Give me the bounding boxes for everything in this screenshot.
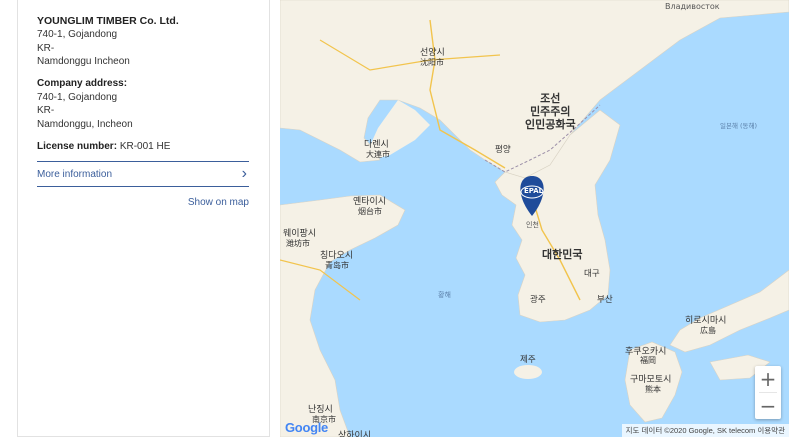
dealer-info-panel: YOUNGLIM TIMBER Co. Ltd. 740-1, Gojandon… (17, 0, 270, 437)
map-label-yantai-zh: 烟台市 (358, 207, 382, 216)
map-label-hiroshima-ja: 広島 (700, 326, 716, 335)
map-label-jeju: 제주 (520, 355, 536, 365)
map-label-dalian-zh: 大連市 (366, 150, 390, 159)
map-label-shanghai: 상하이시 (338, 431, 372, 437)
show-on-map-link[interactable]: Show on map (188, 197, 249, 208)
map-label-busan: 부산 (597, 295, 613, 305)
map-label-north-korea-line: 민주주의 (530, 105, 571, 118)
chevron-right-icon: › (241, 165, 247, 182)
map-view[interactable]: EPAL Владивосток 조선 민주주의 인민공화국 평양 인천 대한민… (280, 0, 789, 437)
dealer-info-content: YOUNGLIM TIMBER Co. Ltd. 740-1, Gojandon… (37, 14, 249, 208)
address-line: Namdonggu Incheon (37, 56, 130, 67)
marker-label: EPAL (524, 187, 544, 195)
company-address-label: Company address: (37, 77, 128, 89)
map-label-vladivostok: Владивосток (665, 2, 720, 11)
map-label-gwangju: 광주 (530, 295, 546, 305)
land-china-north (280, 0, 789, 179)
map-label-east-sea: 일본해 (동해) (720, 122, 758, 130)
license-label: License number: (37, 141, 118, 152)
land-japan-honshu (669, 269, 789, 353)
zoom-control: + − (755, 366, 781, 419)
company-name: YOUNGLIM TIMBER Co. Ltd. (37, 15, 179, 27)
map-label-north-korea: 조선 민주주의 인민공화국 (525, 92, 576, 131)
company-address-line: Namdonggu, Incheon (37, 118, 133, 130)
google-logo-text: Google (285, 420, 328, 435)
map-canvas (280, 0, 789, 437)
company-address-line: 740-1, Gojandong (37, 91, 118, 103)
zoom-out-button[interactable]: − (755, 393, 781, 419)
map-label-north-korea-line: 조선 (540, 92, 561, 105)
google-logo: Google (285, 420, 328, 435)
map-label-daegu: 대구 (584, 269, 600, 279)
address-line: 740-1, Gojandong (37, 29, 118, 40)
company-address-line: KR- (37, 105, 55, 116)
map-label-incheon: 인천 (526, 221, 539, 229)
land-jeju (514, 365, 542, 379)
map-label-qingdao-zh: 青岛市 (325, 261, 349, 270)
map-label-north-korea-line: 인민공화국 (525, 118, 576, 131)
map-label-weifang-zh: 潍坊市 (286, 239, 310, 248)
more-information-label: More information (37, 168, 113, 180)
license-number: License number: KR-001 HE (37, 140, 249, 154)
license-value: KR-001 HE (119, 141, 171, 152)
map-attribution[interactable]: 지도 데이터 ©2020 Google, SK telecom 이용약관 (621, 424, 789, 437)
zoom-in-button[interactable]: + (755, 366, 781, 392)
map-label-pyongyang: 평양 (495, 145, 511, 155)
map-label-south-korea: 대한민국 (542, 248, 583, 261)
map-label-yellow-sea: 황해 (438, 291, 451, 299)
map-label-shenyang-zh: 沈阳市 (420, 58, 444, 67)
more-information-link[interactable]: More information › (37, 161, 249, 187)
address-line: KR- (37, 42, 55, 54)
map-label-kumamoto-ja: 熊本 (645, 385, 661, 394)
map-label-fukuoka-ja: 福岡 (640, 356, 656, 365)
